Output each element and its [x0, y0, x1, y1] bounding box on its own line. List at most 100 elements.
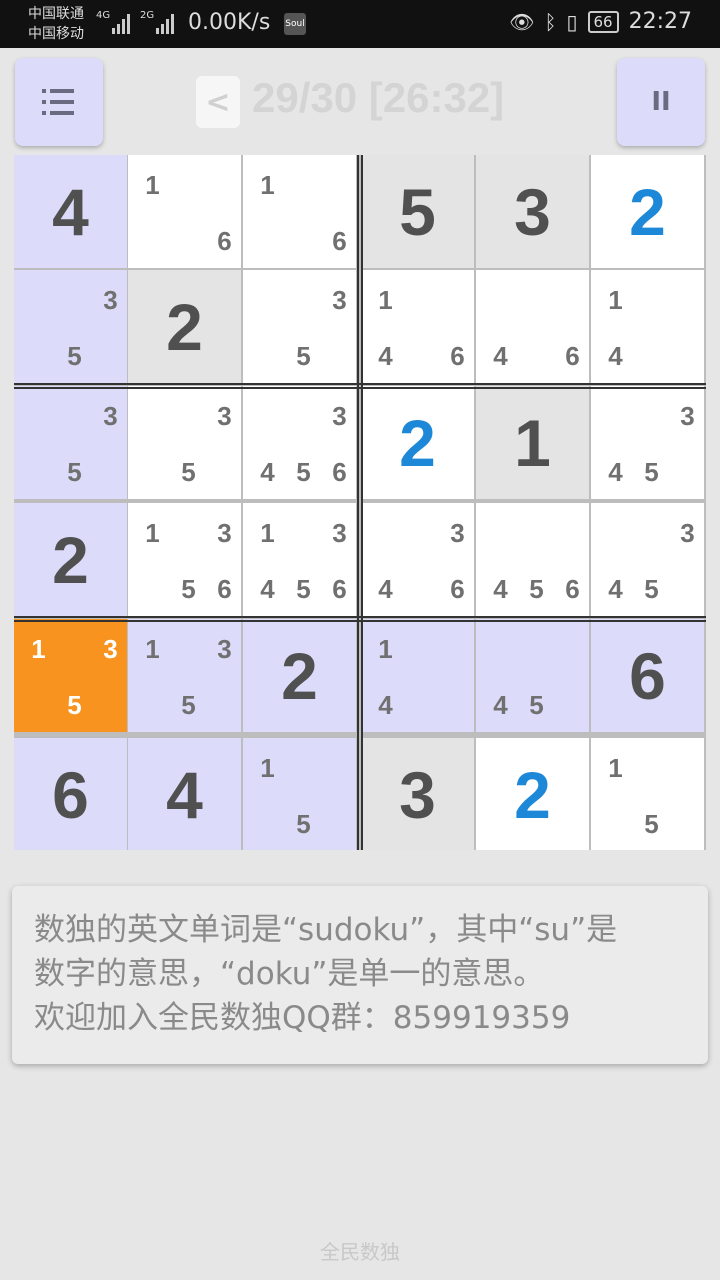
- cell-r3-c1[interactable]: 35: [14, 386, 127, 499]
- pencil-note: 4: [378, 341, 393, 371]
- cell-r6-c3[interactable]: 15: [243, 738, 356, 850]
- eye-icon: 👁: [509, 9, 535, 34]
- pencil-note: 5: [529, 690, 544, 720]
- cell-r1-c6[interactable]: 2: [591, 155, 704, 268]
- bluetooth-icon: ᛒ: [544, 9, 557, 34]
- pencil-note: 1: [608, 285, 623, 315]
- pencil-note: 5: [296, 809, 311, 839]
- tip-line-1: 数独的英文单词是“sudoku”，其中“su”是: [34, 912, 618, 948]
- pencil-note: 3: [680, 518, 695, 548]
- cell-r4-c1[interactable]: 2: [14, 503, 127, 616]
- cell-r2-c4[interactable]: 1 4 6: [361, 270, 474, 383]
- carrier-info: 中国联通 中国移动: [28, 4, 84, 44]
- cell-r3-c6[interactable]: 3 45: [591, 386, 704, 499]
- pencil-note: 5: [67, 457, 82, 487]
- pencil-note: 4: [608, 457, 623, 487]
- given-digit: 3: [514, 174, 551, 249]
- pencil-note: 4: [608, 574, 623, 604]
- cell-r4-c6[interactable]: 3 45: [591, 503, 704, 616]
- cell-r3-c5[interactable]: 1: [476, 386, 589, 499]
- given-digit: 4: [52, 174, 89, 249]
- given-digit: 2: [52, 522, 89, 597]
- pencil-note: 3: [217, 634, 232, 664]
- cell-r1-c4[interactable]: 5: [361, 155, 474, 268]
- cell-r5-c5[interactable]: 45: [476, 619, 589, 732]
- battery-icon: 66: [587, 10, 619, 33]
- tip-text: 数独的英文单词是“sudoku”，其中“su”是 数字的意思，“doku”是单一…: [34, 908, 694, 1040]
- tip-line-3: 欢迎加入全民数独QQ群：859919359: [34, 1000, 571, 1036]
- pencil-note: 1: [145, 518, 160, 548]
- pencil-note: 5: [644, 574, 659, 604]
- cell-r4-c2[interactable]: 1 356: [128, 503, 241, 616]
- carrier-1: 中国联通: [28, 6, 84, 22]
- cell-r1-c2[interactable]: 16: [128, 155, 241, 268]
- cell-r2-c2[interactable]: 2: [128, 270, 241, 383]
- cell-r2-c1[interactable]: 35: [14, 270, 127, 383]
- pencil-note: 1: [260, 518, 275, 548]
- cell-r3-c3[interactable]: 3 456: [243, 386, 356, 499]
- cell-r6-c5[interactable]: 2: [476, 738, 589, 850]
- clock: 22:27: [628, 9, 692, 34]
- pencil-note: 3: [332, 401, 347, 431]
- pencil-note: 4: [493, 574, 508, 604]
- user-digit: 2: [629, 174, 666, 249]
- pause-button[interactable]: II: [617, 58, 705, 146]
- pencil-note: 1: [260, 753, 275, 783]
- cell-r1-c1[interactable]: 4: [14, 155, 127, 268]
- given-digit: 3: [399, 757, 436, 832]
- given-digit: 5: [399, 174, 436, 249]
- prev-level-button[interactable]: <: [196, 76, 240, 128]
- cell-r6-c6[interactable]: 15: [591, 738, 704, 850]
- pencil-note: 1: [145, 170, 160, 200]
- pencil-note: 5: [67, 690, 82, 720]
- cell-r5-c3[interactable]: 2: [243, 619, 356, 732]
- cell-r6-c1[interactable]: 6: [14, 738, 127, 850]
- cell-r3-c4[interactable]: 2: [361, 386, 474, 499]
- signal-2g-icon: 2G: [140, 10, 174, 34]
- cell-r1-c5[interactable]: 3: [476, 155, 589, 268]
- cell-r2-c5[interactable]: 46: [476, 270, 589, 383]
- pencil-note: 3: [103, 285, 118, 315]
- cell-r6-c2[interactable]: 4: [128, 738, 241, 850]
- tip-line-2: 数字的意思，“doku”是单一的意思。: [34, 956, 545, 992]
- pencil-note: 6: [450, 341, 465, 371]
- cell-r4-c4[interactable]: 3 4 6: [361, 503, 474, 616]
- pencil-note: 6: [332, 574, 347, 604]
- cell-r6-c4[interactable]: 3: [361, 738, 474, 850]
- pencil-note: 3: [217, 518, 232, 548]
- cell-r5-c1[interactable]: 1 35: [14, 619, 127, 732]
- pencil-note: 1: [31, 634, 46, 664]
- signal-4g-icon: 4G: [96, 10, 130, 34]
- pencil-note: 5: [644, 809, 659, 839]
- pencil-note: 1: [260, 170, 275, 200]
- cell-r5-c4[interactable]: 14: [361, 619, 474, 732]
- pencil-note: 4: [493, 690, 508, 720]
- cell-r3-c2[interactable]: 35: [128, 386, 241, 499]
- net-type-2: 2G: [140, 10, 155, 21]
- footer-label: 全民数独: [320, 1240, 400, 1264]
- vibrate-icon: ▯: [566, 9, 578, 34]
- given-digit: 1: [514, 405, 551, 480]
- soul-app-icon: Soul: [284, 13, 306, 35]
- pencil-note: 6: [217, 226, 232, 256]
- pencil-note: 3: [332, 518, 347, 548]
- menu-button[interactable]: [15, 58, 103, 146]
- pencil-note: 3: [450, 518, 465, 548]
- cell-r5-c6[interactable]: 6: [591, 619, 704, 732]
- pencil-note: 1: [378, 634, 393, 664]
- pencil-note: 6: [565, 574, 580, 604]
- pencil-note: 4: [378, 574, 393, 604]
- pencil-note: 4: [608, 341, 623, 371]
- pencil-note: 1: [378, 285, 393, 315]
- given-digit: 6: [629, 638, 666, 713]
- pencil-note: 6: [565, 341, 580, 371]
- cell-r2-c6[interactable]: 14: [591, 270, 704, 383]
- cell-r5-c2[interactable]: 1 35: [128, 619, 241, 732]
- pencil-note: 6: [332, 457, 347, 487]
- pencil-note: 6: [332, 226, 347, 256]
- cell-r1-c3[interactable]: 16: [243, 155, 356, 268]
- cell-r4-c5[interactable]: 456: [476, 503, 589, 616]
- cell-r2-c3[interactable]: 35: [243, 270, 356, 383]
- cell-r4-c3[interactable]: 1 3 456: [243, 503, 356, 616]
- net-type-1: 4G: [96, 10, 111, 21]
